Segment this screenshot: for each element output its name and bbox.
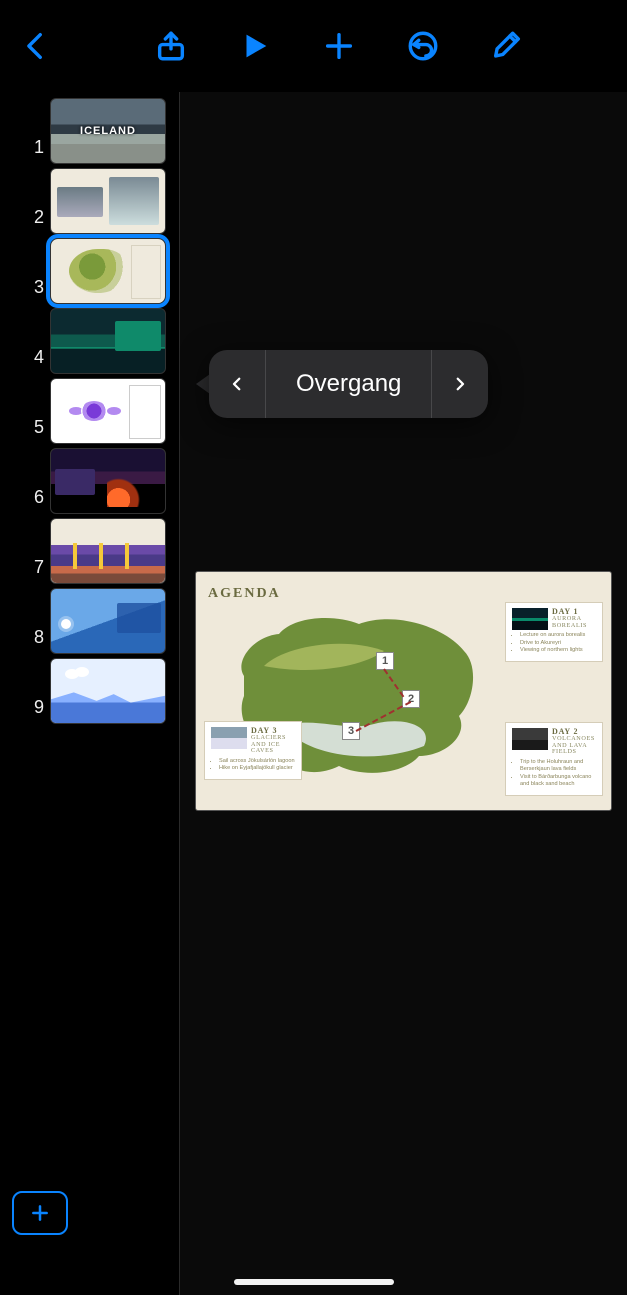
format-brush-button[interactable] [487, 26, 527, 66]
slide-thumbnail[interactable]: 8 [0, 586, 179, 656]
slide-thumbnail[interactable]: 4 [0, 306, 179, 376]
slide-number: 1 [0, 137, 44, 164]
slide-number: 6 [0, 487, 44, 514]
agenda-card-day1: DAY 1 AURORA BOREALIS Lecture on aurora … [505, 602, 603, 662]
agenda-card-day3: DAY 3 GLACIERS AND ICE CAVES Sail across… [204, 721, 302, 780]
slide-title: AGENDA [208, 586, 599, 602]
thumbnail-image [50, 238, 166, 304]
card-item: Lecture on aurora borealis [520, 632, 596, 640]
slide-number: 8 [0, 627, 44, 654]
thumbnail-image [50, 588, 166, 654]
toolbar [0, 0, 627, 92]
volcano-thumbnail-icon [512, 728, 548, 750]
thumbnail-image [50, 168, 166, 234]
map-pin-1: 1 [376, 652, 394, 670]
slide-number: 3 [0, 277, 44, 304]
more-button[interactable] [571, 26, 611, 66]
add-button[interactable] [319, 26, 359, 66]
thumbnail-image [50, 378, 166, 444]
transition-popover: Overgang [196, 350, 488, 418]
home-indicator[interactable] [234, 1279, 394, 1285]
card-item: Viewing of northern lights [520, 647, 596, 655]
slide-thumbnail[interactable]: 2 [0, 166, 179, 236]
slide-number: 4 [0, 347, 44, 374]
card-item: Visit to Bárðarbunga volcano and black s… [520, 774, 596, 789]
slide-number: 9 [0, 697, 44, 724]
card-item: Trip to the Holuhraun and Berserkjaun la… [520, 759, 596, 774]
back-button[interactable] [16, 26, 56, 66]
thumbnail-image [50, 98, 166, 164]
thumbnail-image [50, 448, 166, 514]
slide-number: 2 [0, 207, 44, 234]
slide-thumbnail[interactable]: 5 [0, 376, 179, 446]
slide-thumbnail[interactable]: 6 [0, 446, 179, 516]
glacier-thumbnail-icon [211, 727, 247, 749]
slide-number: 7 [0, 557, 44, 584]
slide-preview[interactable]: AGENDA 1 2 3 DAY 1 [196, 572, 611, 810]
popover-transition-label[interactable]: Overgang [266, 350, 431, 418]
aurora-thumbnail-icon [512, 608, 548, 630]
popover-prev-button[interactable] [209, 350, 265, 418]
slide-canvas[interactable]: AGENDA 1 2 3 DAY 1 [180, 92, 627, 1295]
thumbnail-image [50, 308, 166, 374]
thumbnail-image [50, 658, 166, 724]
agenda-card-day2: DAY 2 VOLCANOES AND LAVA FIELDS Trip to … [505, 722, 603, 796]
play-button[interactable] [235, 26, 275, 66]
card-item: Sail across Jökulsárlón lagoon [219, 758, 295, 766]
slide-thumbnail[interactable]: 7 [0, 516, 179, 586]
thumbnail-image [50, 518, 166, 584]
add-slide-button[interactable] [12, 1191, 68, 1235]
popover-next-button[interactable] [432, 350, 488, 418]
slide-thumbnail[interactable]: 1 [0, 96, 179, 166]
undo-button[interactable] [403, 26, 443, 66]
slide-thumbnail[interactable]: 3 [0, 236, 179, 306]
share-button[interactable] [151, 26, 191, 66]
slide-thumbnail[interactable]: 9 [0, 656, 179, 726]
slide-number: 5 [0, 417, 44, 444]
card-item: Hike on Eyjafjallajökull glacier [219, 765, 295, 773]
slide-navigator: 1 2 3 4 5 6 7 8 9 [0, 92, 180, 1295]
card-item: Drive to Akureyri [520, 640, 596, 648]
